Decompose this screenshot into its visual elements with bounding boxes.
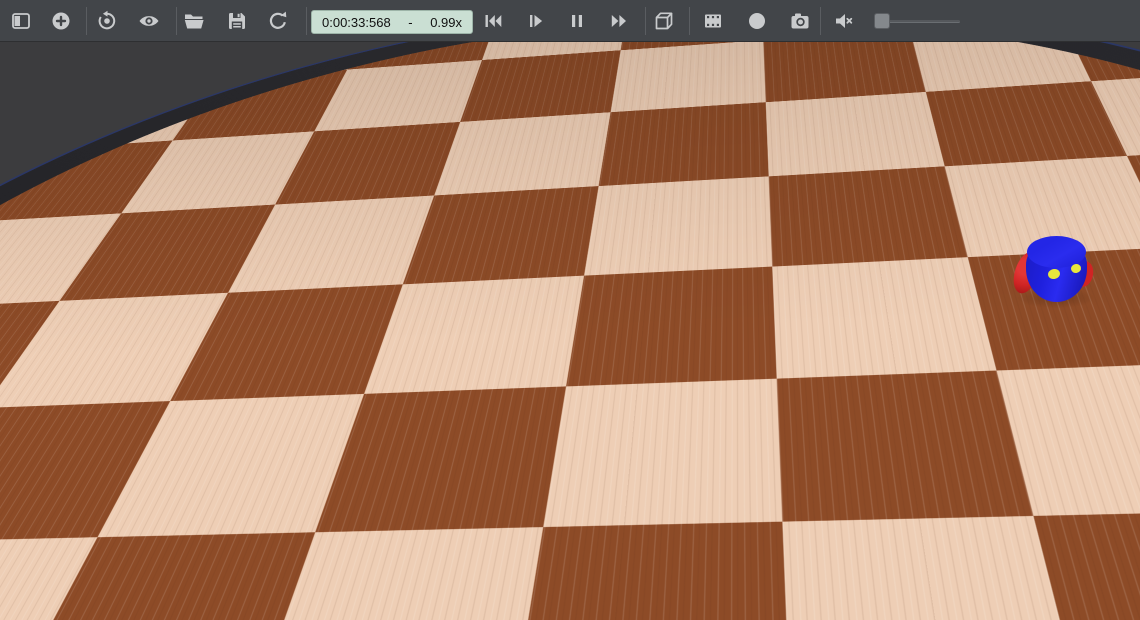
toolbar-separator <box>645 7 646 35</box>
reload-icon <box>266 9 290 33</box>
viewpoint-button[interactable] <box>136 8 162 34</box>
add-node-button[interactable] <box>48 8 74 34</box>
camera-icon <box>788 9 812 33</box>
rendering-toggle-button[interactable] <box>651 8 677 34</box>
webots-window: 0:00:33:568 - 0.99x <box>0 0 1140 620</box>
reset-simulation-button[interactable] <box>480 8 506 34</box>
arena-floor[interactable] <box>0 42 1140 620</box>
record-movie-button[interactable] <box>700 8 726 34</box>
toolbar-separator <box>306 7 307 35</box>
toolbar-separator <box>689 7 690 35</box>
pause-icon <box>565 9 589 33</box>
eye-icon <box>137 9 161 33</box>
orbit-eye-icon <box>95 9 119 33</box>
record-indicator-button[interactable] <box>744 8 770 34</box>
fast-forward-icon <box>607 9 631 33</box>
cube-icon <box>652 9 676 33</box>
simulation-speed: 0.99x <box>430 15 462 30</box>
plus-circle-icon <box>49 9 73 33</box>
folder-icon <box>182 9 206 33</box>
circle-icon <box>745 9 769 33</box>
film-icon <box>701 9 725 33</box>
toolbar-separator <box>86 7 87 35</box>
toggle-scene-tree-button[interactable] <box>8 8 34 34</box>
simulation-time: 0:00:33:568 <box>322 15 391 30</box>
volume-slider-handle[interactable] <box>874 13 890 29</box>
open-world-button[interactable] <box>181 8 207 34</box>
time-speed-separator: - <box>408 15 412 30</box>
run-fast-button[interactable] <box>606 8 632 34</box>
screenshot-button[interactable] <box>787 8 813 34</box>
floppy-icon <box>225 9 249 33</box>
simulation-viewport[interactable] <box>0 42 1140 620</box>
simulation-time-display: 0:00:33:568 - 0.99x <box>311 10 473 34</box>
save-world-button[interactable] <box>224 8 250 34</box>
toolbar-separator <box>820 7 821 35</box>
reload-world-button[interactable] <box>265 8 291 34</box>
robot[interactable] <box>1014 236 1096 310</box>
volume-slider[interactable] <box>872 12 964 30</box>
panel-icon <box>9 9 33 33</box>
step-button[interactable] <box>523 8 549 34</box>
mute-sound-button[interactable] <box>831 8 857 34</box>
step-forward-icon <box>524 9 548 33</box>
speaker-muted-icon <box>832 9 856 33</box>
restore-viewpoint-button[interactable] <box>94 8 120 34</box>
skip-back-icon <box>481 9 505 33</box>
camera-projection <box>0 42 1140 620</box>
toolbar-separator <box>176 7 177 35</box>
toolbar: 0:00:33:568 - 0.99x <box>0 0 1140 42</box>
pause-button[interactable] <box>564 8 590 34</box>
